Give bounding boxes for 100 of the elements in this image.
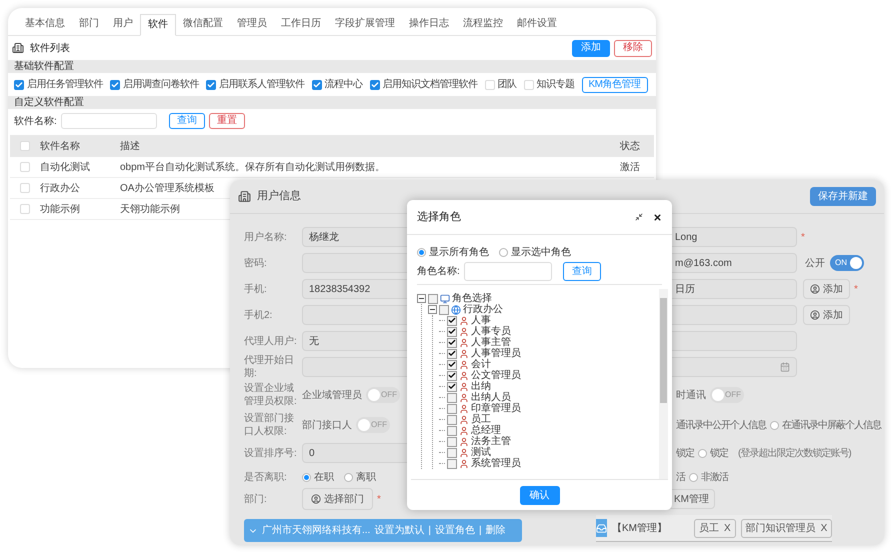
checkbox[interactable] <box>206 80 216 90</box>
tab[interactable]: 软件 <box>140 14 176 36</box>
separator: | <box>478 524 482 538</box>
tree-item[interactable]: 公文管理员 <box>471 370 521 381</box>
search-button[interactable]: 重置 <box>208 113 245 129</box>
tab[interactable]: 用户 <box>106 13 140 35</box>
tab[interactable]: 流程监控 <box>456 13 510 35</box>
checkbox[interactable] <box>447 448 457 458</box>
tree-item[interactable]: 系统管理员 <box>471 458 521 469</box>
close-icon[interactable] <box>653 212 662 222</box>
checkbox[interactable] <box>447 382 457 392</box>
remove-tag-button[interactable]: X <box>724 520 731 536</box>
field-label: 设置企业域管理员权限: <box>244 382 298 408</box>
tree-item[interactable]: 测试 <box>471 447 491 458</box>
tree-item[interactable]: 印章管理员 <box>471 403 521 414</box>
checkbox[interactable] <box>447 436 457 446</box>
tree-item[interactable]: 人事管理员 <box>471 348 521 359</box>
checkbox[interactable] <box>447 338 457 348</box>
km-manage-button[interactable]: KM管理 <box>668 489 715 509</box>
tab[interactable]: 工作日历 <box>274 13 328 35</box>
tab[interactable]: 部门 <box>72 13 106 35</box>
table-cell-text: OA办公管理系统模板 <box>120 182 214 196</box>
list-title: 软件列表 <box>30 42 70 56</box>
tree-item[interactable]: 出纳 <box>471 381 491 392</box>
required-mark: * <box>854 282 858 296</box>
tree-item[interactable]: 法务主管 <box>471 436 511 447</box>
scrollbar[interactable] <box>659 289 668 479</box>
tree-item[interactable]: 人事 <box>471 315 491 326</box>
person-circle-icon <box>810 310 820 320</box>
radio-button[interactable] <box>689 472 698 482</box>
shrink-icon[interactable] <box>635 213 643 221</box>
checkbox[interactable] <box>447 458 457 468</box>
computer-icon <box>440 294 450 304</box>
checkbox[interactable] <box>447 348 457 358</box>
table-cell-text: 行政办公 <box>40 182 81 196</box>
required-mark: * <box>377 492 381 506</box>
checkbox[interactable] <box>110 80 120 90</box>
tree-item[interactable]: 会计 <box>471 359 491 370</box>
field-label: 部门: <box>244 492 268 506</box>
search-field[interactable] <box>60 113 157 129</box>
calendar-icon[interactable] <box>780 362 790 372</box>
tab[interactable]: 基本信息 <box>18 13 72 35</box>
radio-button[interactable] <box>344 472 353 482</box>
checkbox[interactable] <box>14 80 24 90</box>
tree-item[interactable]: 行政办公 <box>463 304 503 315</box>
collapse-icon[interactable] <box>417 294 426 303</box>
role-name-field[interactable] <box>464 262 552 280</box>
radio-button[interactable] <box>499 248 508 256</box>
field-label: 用户名称: <box>244 230 288 244</box>
add-button[interactable]: 添加 <box>803 305 850 325</box>
tab[interactable]: 管理员 <box>230 13 274 35</box>
radio-label: 显示所有角色 <box>429 246 489 260</box>
checkbox[interactable] <box>447 326 457 336</box>
checkbox[interactable] <box>447 360 457 370</box>
checkbox[interactable] <box>439 304 449 314</box>
person-icon <box>459 370 469 380</box>
tree-item[interactable]: 人事主管 <box>471 337 511 348</box>
person-icon <box>459 426 469 436</box>
person-icon <box>459 436 469 446</box>
field-label: 设置排序号: <box>244 446 298 460</box>
tab[interactable]: 字段扩展管理 <box>328 13 402 35</box>
checkbox[interactable] <box>447 414 457 424</box>
checkbox[interactable] <box>447 370 457 380</box>
checkbox[interactable] <box>312 80 322 90</box>
radio-button[interactable] <box>698 448 707 458</box>
checkbox[interactable] <box>447 392 457 402</box>
switch-label: 企业域管理员 <box>302 388 362 402</box>
separator: | <box>428 524 431 538</box>
checkbox[interactable] <box>447 316 457 326</box>
checkbox[interactable] <box>428 294 438 304</box>
checkbox[interactable] <box>447 426 457 436</box>
required-mark: * <box>801 230 805 244</box>
role-tag: 部门知识管理员 X <box>740 518 832 538</box>
tab[interactable]: 微信配置 <box>176 13 230 35</box>
collapse-icon[interactable] <box>428 305 437 314</box>
remove-tag-button[interactable]: X <box>820 520 828 536</box>
tree-item[interactable]: 人事专员 <box>471 326 511 337</box>
select-department-button[interactable]: 选择部门 <box>302 488 373 510</box>
department-name: 广州市天翎网络科技有... <box>262 524 370 538</box>
tree-item[interactable]: 出纳人员 <box>471 392 511 403</box>
tab[interactable]: 邮件设置 <box>510 13 564 35</box>
tab[interactable]: 操作日志 <box>402 13 456 35</box>
radio-button[interactable] <box>770 420 779 430</box>
action-button[interactable]: 移除 <box>614 40 652 56</box>
checkbox[interactable] <box>370 80 380 90</box>
checkbox[interactable] <box>447 404 457 414</box>
radio-button[interactable] <box>417 248 426 256</box>
option-label: 启用联系人管理软件 <box>219 78 304 92</box>
table-cell-text: 功能示例 <box>40 202 81 216</box>
tree-item[interactable]: 总经理 <box>471 425 501 436</box>
radio-label: 在通讯录中屏蔽个人信息 <box>782 418 881 432</box>
hint-text: (登录超出限定次数锁定账号) <box>738 446 851 460</box>
add-button[interactable]: 添加 <box>803 279 850 299</box>
table-cell-text: 自动化测试 <box>40 160 91 174</box>
person-circle-icon <box>810 284 820 294</box>
person-icon <box>459 348 469 358</box>
table-cell-text: obpm平台自动化测试系统。保存所有自动化测试用例数据。 <box>120 160 386 174</box>
role-tag: 员工 X <box>694 518 736 538</box>
tree-item[interactable]: 员工 <box>471 414 491 425</box>
radio-button[interactable] <box>302 472 311 482</box>
